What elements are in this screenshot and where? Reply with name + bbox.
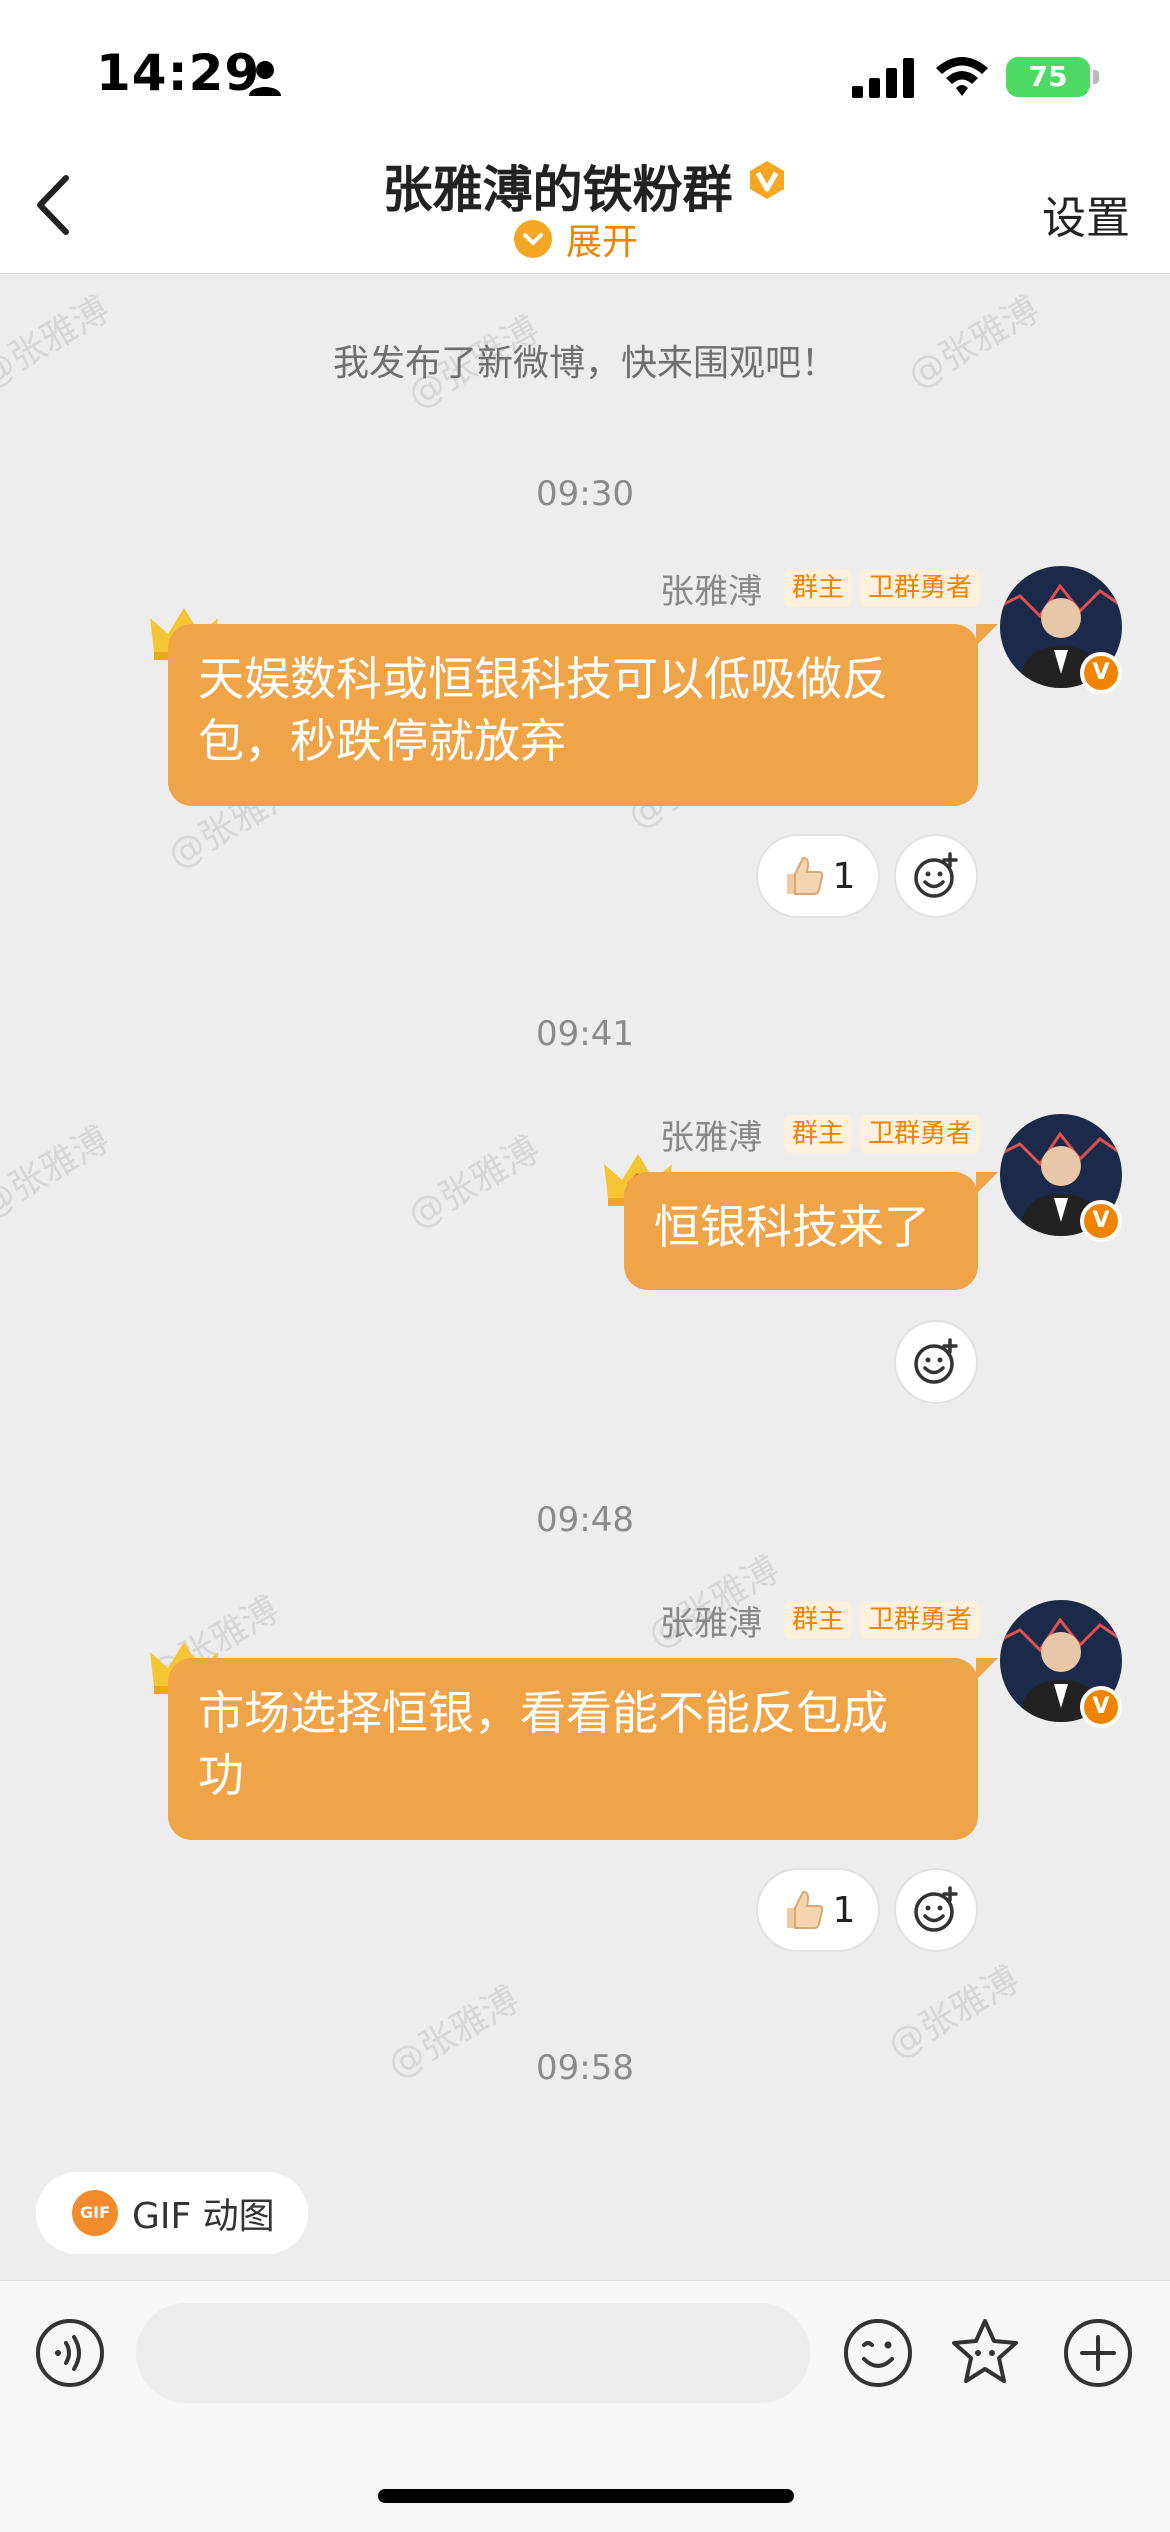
like-reaction[interactable]: 1	[756, 834, 880, 918]
verified-v-icon: V	[1080, 1686, 1122, 1728]
title-tag: 卫群勇者	[859, 1601, 980, 1639]
wifi-icon	[936, 57, 988, 96]
title-tag: 卫群勇者	[859, 569, 980, 607]
message-text: 恒银科技来了	[654, 1200, 930, 1254]
cellular-signal-icon	[852, 58, 914, 98]
sender-row: 张雅溥 群主 卫群勇者	[659, 1598, 980, 1644]
add-reaction-button[interactable]	[894, 1868, 978, 1952]
gif-button[interactable]: GIF GIF 动图	[36, 2172, 308, 2254]
sender-row: 张雅溥 群主 卫群勇者	[659, 566, 980, 612]
owner-tag: 群主	[783, 1115, 852, 1153]
nav-bar: 张雅溥的铁粉群 展开 设置	[0, 140, 1170, 274]
gif-label: GIF 动图	[132, 2196, 275, 2237]
system-message: 我发布了新微博，快来围观吧！	[332, 343, 837, 384]
thumbs-up-icon	[786, 856, 823, 895]
watermark: @张雅溥	[0, 1119, 117, 1227]
emoji-icon[interactable]	[842, 2317, 914, 2389]
verified-badge-icon	[749, 161, 784, 199]
chevron-down-icon	[514, 220, 552, 258]
timestamp: 09:48	[536, 1500, 634, 1540]
bubble-tail	[976, 1172, 998, 1194]
message-bubble[interactable]: 天娱数科或恒银科技可以低吸做反 包，秒跌停就放弃	[168, 624, 978, 806]
timestamp: 09:41	[536, 1014, 634, 1054]
status-bar: 14:29 75	[0, 0, 1170, 140]
message-text: 天娱数科或恒银科技可以低吸做反	[198, 652, 888, 706]
verified-v-icon: V	[1080, 1200, 1122, 1242]
add-emoji-icon	[914, 852, 958, 898]
settings-button[interactable]: 设置	[1042, 182, 1130, 246]
message-text: 包，秒跌停就放弃	[198, 714, 566, 768]
message-bubble[interactable]: 市场选择恒银，看看能不能反包成 功	[168, 1658, 978, 1840]
message-input[interactable]	[136, 2303, 810, 2403]
message-text: 市场选择恒银，看看能不能反包成	[198, 1686, 888, 1740]
input-bar	[0, 2280, 1170, 2532]
chat-area[interactable]: @张雅溥 @张雅溥 @张雅溥 @张雅溥 @张雅溥 @张雅溥 @张雅溥 @张雅溥 …	[0, 274, 1170, 2082]
person-icon	[249, 61, 281, 96]
sender-row: 张雅溥 群主 卫群勇者	[659, 1112, 980, 1158]
like-reaction[interactable]: 1	[756, 1868, 880, 1952]
like-count: 1	[832, 855, 856, 897]
sender-name: 张雅溥	[659, 1603, 762, 1644]
sender-name: 张雅溥	[659, 1117, 762, 1158]
owner-tag: 群主	[783, 1601, 852, 1639]
thumbs-up-icon	[786, 1890, 823, 1929]
gif-icon: GIF	[72, 2190, 118, 2236]
expand-label: 展开	[566, 222, 639, 263]
timestamp: 09:30	[536, 474, 634, 514]
like-count: 1	[832, 1889, 856, 1931]
sticker-star-icon[interactable]	[948, 2315, 1022, 2389]
nav-title-wrap: 张雅溥的铁粉群	[0, 150, 1170, 222]
timestamp: 09:58	[536, 2048, 634, 2082]
title-tag: 卫群勇者	[859, 1115, 980, 1153]
voice-icon[interactable]	[34, 2317, 106, 2389]
sender-name: 张雅溥	[659, 571, 762, 612]
page-title: 张雅溥的铁粉群	[382, 161, 733, 219]
add-reaction-button[interactable]	[894, 834, 978, 918]
expand-button[interactable]: 展开	[514, 216, 639, 263]
add-reaction-button[interactable]	[894, 1320, 978, 1404]
message-bubble[interactable]: 恒银科技来了	[624, 1172, 978, 1290]
verified-v-icon: V	[1080, 652, 1122, 694]
add-emoji-icon	[914, 1886, 958, 1932]
watermark: @张雅溥	[401, 1129, 547, 1237]
message-text: 功	[198, 1748, 244, 1802]
owner-tag: 群主	[783, 569, 852, 607]
battery-cap	[1093, 70, 1099, 84]
bubble-tail	[976, 624, 998, 646]
plus-icon[interactable]	[1062, 2317, 1134, 2389]
status-time: 14:29	[96, 44, 261, 102]
bubble-tail	[976, 1658, 998, 1680]
add-emoji-icon	[914, 1338, 958, 1384]
battery-icon: 75	[1006, 57, 1090, 97]
home-indicator	[378, 2489, 794, 2503]
